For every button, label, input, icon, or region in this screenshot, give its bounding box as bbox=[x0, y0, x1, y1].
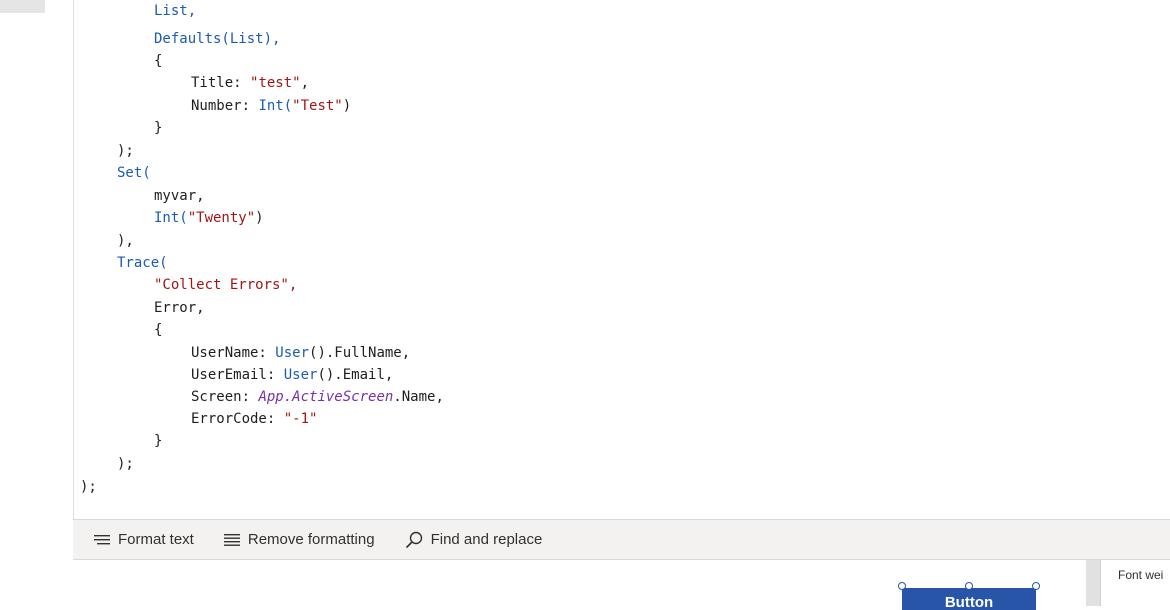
format-text-icon bbox=[94, 534, 110, 544]
code-line: List, bbox=[154, 3, 197, 19]
properties-panel: Font wei bbox=[1100, 560, 1170, 606]
code-line: ); bbox=[117, 143, 134, 159]
code-line: Set( bbox=[117, 165, 151, 181]
left-panel-tab[interactable] bbox=[0, 0, 45, 13]
code-line: { bbox=[154, 53, 163, 69]
resize-handle[interactable] bbox=[965, 582, 973, 590]
left-panel bbox=[0, 0, 72, 606]
code-line: Screen: App.ActiveScreen.Name, bbox=[191, 389, 444, 405]
search-icon bbox=[405, 531, 422, 548]
panel-divider bbox=[1086, 560, 1100, 606]
code-line: ), bbox=[117, 233, 134, 249]
code-line: Title: "test", bbox=[191, 75, 310, 91]
code-line: Int("Twenty") bbox=[154, 210, 264, 226]
canvas-button[interactable]: Button bbox=[902, 588, 1036, 610]
formula-editor[interactable]: List, Defaults(List), { Title: "test", N… bbox=[73, 0, 1170, 519]
remove-formatting-label: Remove formatting bbox=[247, 531, 375, 548]
code-line: ); bbox=[117, 456, 134, 472]
canvas-button-label: Button bbox=[944, 594, 994, 610]
format-text-button[interactable]: Format text bbox=[94, 520, 194, 559]
code-line: } bbox=[154, 120, 163, 136]
remove-formatting-button[interactable]: Remove formatting bbox=[223, 520, 375, 559]
resize-handle[interactable] bbox=[1032, 582, 1040, 590]
code-line: Number: Int("Test") bbox=[191, 98, 352, 114]
remove-formatting-icon bbox=[223, 533, 240, 546]
code-line: Error, bbox=[154, 300, 205, 316]
format-text-label: Format text bbox=[118, 531, 194, 548]
code-line: { bbox=[154, 322, 163, 338]
code-line: Defaults(List), bbox=[154, 31, 281, 47]
code-line: UserEmail: User().Email, bbox=[191, 367, 394, 383]
code-line: } bbox=[154, 433, 163, 449]
find-replace-label: Find and replace bbox=[430, 531, 543, 548]
font-weight-label: Font wei bbox=[1118, 568, 1164, 582]
code-line: myvar, bbox=[154, 188, 205, 204]
code-line: Trace( bbox=[117, 255, 168, 271]
find-replace-button[interactable]: Find and replace bbox=[405, 520, 543, 559]
code-line: "Collect Errors", bbox=[154, 277, 298, 293]
resize-handle[interactable] bbox=[898, 582, 906, 590]
formula-toolbar: Format text Remove formatting Find and r… bbox=[73, 519, 1170, 560]
code-line: ErrorCode: "-1" bbox=[191, 411, 318, 427]
code-line: ); bbox=[80, 479, 97, 495]
code-line: UserName: User().FullName, bbox=[191, 345, 411, 361]
